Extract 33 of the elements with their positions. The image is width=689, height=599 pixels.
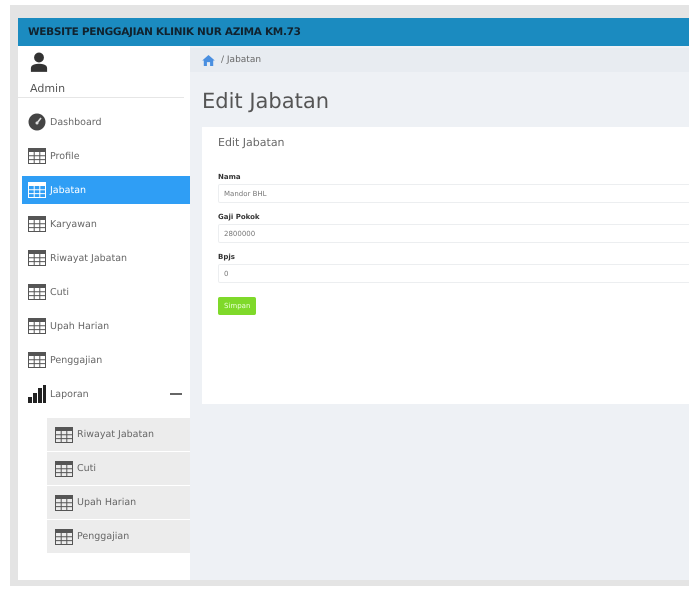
bar-chart-icon xyxy=(28,385,46,403)
table-icon xyxy=(28,250,46,266)
table-icon xyxy=(28,148,46,164)
table-icon xyxy=(28,216,46,232)
table-icon xyxy=(28,318,46,334)
gauge-icon xyxy=(28,113,46,131)
sidebar-item[interactable]: Cuti xyxy=(22,278,190,306)
table-icon xyxy=(28,182,46,198)
sidebar-item[interactable]: Profile xyxy=(22,142,190,170)
sidebar-item[interactable]: Dashboard xyxy=(22,108,190,136)
sidebar-item[interactable]: Riwayat Jabatan xyxy=(22,244,190,272)
sidebar-item[interactable]: Jabatan xyxy=(22,176,190,204)
user-icon xyxy=(30,52,48,72)
submenu-item[interactable]: Penggajian xyxy=(47,520,190,553)
breadcrumb-text: / Jabatan xyxy=(221,55,262,65)
submenu-item[interactable]: Upah Harian xyxy=(47,486,190,519)
site-title: WEBSITE PENGGAJIAN KLINIK NUR AZIMA KM.73 xyxy=(28,26,301,38)
sidebar-item[interactable]: Laporan xyxy=(22,380,190,408)
user-name: Admin xyxy=(30,82,66,95)
table-icon xyxy=(28,352,46,368)
table-icon xyxy=(28,284,46,300)
submenu-item[interactable]: Cuti xyxy=(47,452,190,485)
sidebar-item[interactable]: Penggajian xyxy=(22,346,190,374)
submenu-item[interactable]: Riwayat Jabatan xyxy=(47,418,190,451)
table-icon xyxy=(55,528,73,544)
sidebar-item[interactable]: Karyawan xyxy=(22,210,190,238)
card-title: Edit Jabatan xyxy=(218,136,286,149)
sidebar-item[interactable]: Upah Harian xyxy=(22,312,190,340)
home-icon[interactable] xyxy=(202,54,215,66)
table-icon xyxy=(55,426,73,442)
table-icon xyxy=(55,460,73,476)
page-title: Edit Jabatan xyxy=(202,89,330,115)
table-icon xyxy=(55,494,73,510)
